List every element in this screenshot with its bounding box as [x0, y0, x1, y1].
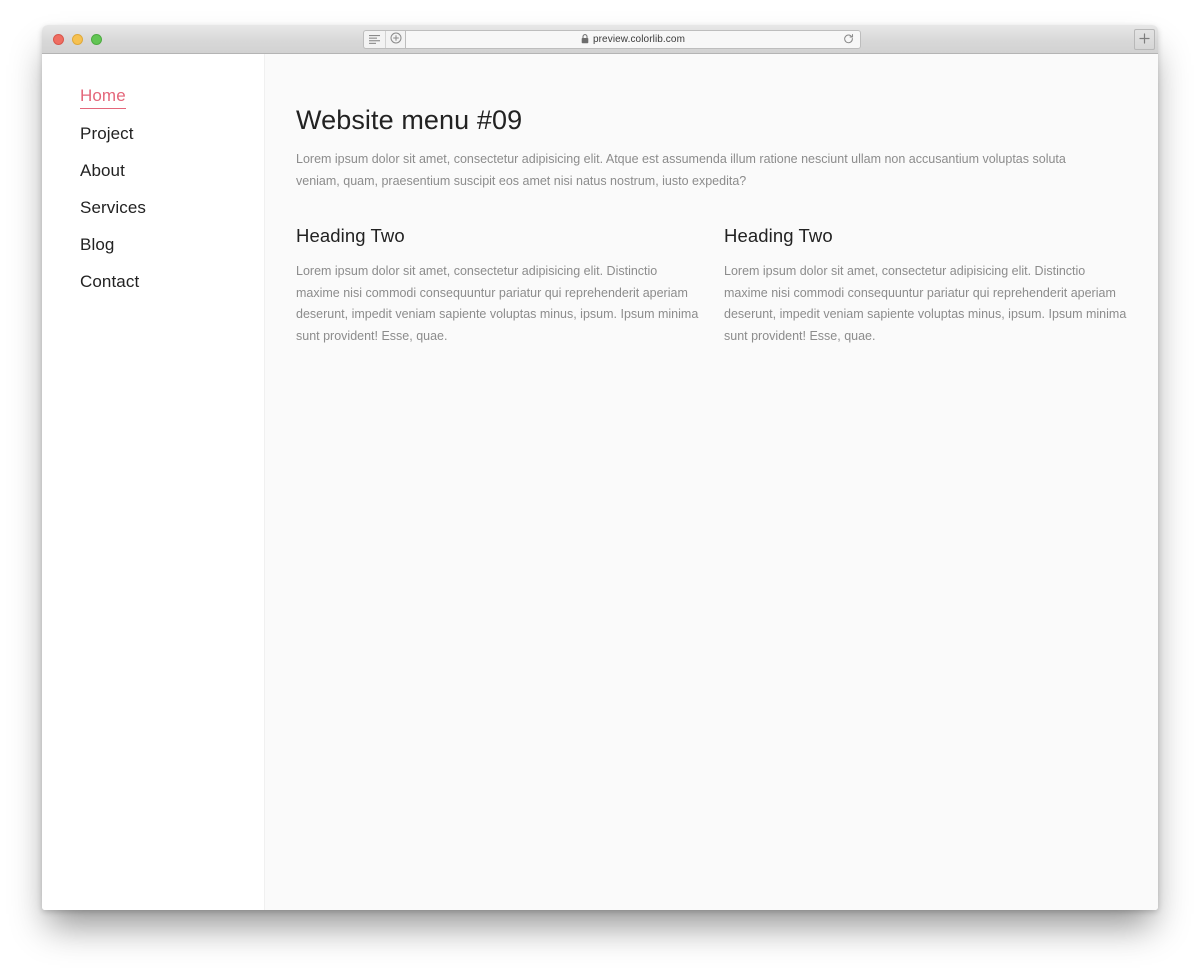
- content-columns: Heading Two Lorem ipsum dolor sit amet, …: [296, 224, 1128, 347]
- column-heading: Heading Two: [724, 225, 833, 246]
- sidebar-item-services[interactable]: Services: [80, 198, 264, 220]
- sidebar-item-home[interactable]: Home: [80, 86, 264, 109]
- minimize-window-button[interactable]: [72, 34, 83, 45]
- window-controls: [53, 34, 102, 45]
- sidebar-item-label[interactable]: Project: [80, 124, 134, 146]
- reload-button[interactable]: [842, 31, 854, 49]
- tab-overview-icon: [390, 31, 402, 49]
- column-paragraph: Lorem ipsum dolor sit amet, consectetur …: [296, 264, 699, 343]
- reload-icon: [843, 31, 854, 49]
- page-title: Website menu #09: [296, 105, 523, 135]
- sidebar-icon: [369, 31, 380, 49]
- sidebar-item-label[interactable]: Blog: [80, 235, 114, 257]
- address-bar[interactable]: preview.colorlib.com: [405, 30, 861, 49]
- sidebar: Home Project About Services Blog Contact: [42, 54, 265, 910]
- column-heading: Heading Two: [296, 225, 405, 246]
- maximize-window-button[interactable]: [91, 34, 102, 45]
- address-bar-content: preview.colorlib.com: [581, 31, 685, 49]
- main-content: Website menu #09 Lorem ipsum dolor sit a…: [265, 54, 1158, 910]
- browser-window: preview.colorlib.com Home Project About …: [42, 25, 1158, 910]
- new-tab-button[interactable]: [1134, 29, 1155, 50]
- sidebar-item-about[interactable]: About: [80, 161, 264, 183]
- sidebar-item-contact[interactable]: Contact: [80, 272, 264, 294]
- close-window-button[interactable]: [53, 34, 64, 45]
- plus-icon: [1139, 31, 1150, 49]
- url-text: preview.colorlib.com: [592, 34, 686, 45]
- toolbar-left-cluster: [363, 30, 406, 49]
- sidebar-item-label[interactable]: Services: [80, 198, 146, 220]
- content-column: Heading Two Lorem ipsum dolor sit amet, …: [724, 224, 1128, 347]
- page-viewport: Home Project About Services Blog Contact: [42, 54, 1158, 910]
- sidebar-nav: Home Project About Services Blog Contact: [42, 86, 264, 294]
- column-paragraph: Lorem ipsum dolor sit amet, consectetur …: [724, 264, 1127, 343]
- tab-overview-button[interactable]: [385, 31, 406, 48]
- sidebar-item-label[interactable]: Contact: [80, 272, 139, 294]
- sidebar-toggle-button[interactable]: [364, 31, 385, 48]
- sidebar-item-label[interactable]: Home: [80, 86, 126, 109]
- sidebar-item-blog[interactable]: Blog: [80, 235, 264, 257]
- lock-icon: [581, 31, 589, 49]
- intro-paragraph: Lorem ipsum dolor sit amet, consectetur …: [296, 152, 1066, 188]
- sidebar-item-project[interactable]: Project: [80, 124, 264, 146]
- sidebar-item-label[interactable]: About: [80, 161, 125, 183]
- browser-toolbar: preview.colorlib.com: [42, 25, 1158, 54]
- content-column: Heading Two Lorem ipsum dolor sit amet, …: [296, 224, 700, 347]
